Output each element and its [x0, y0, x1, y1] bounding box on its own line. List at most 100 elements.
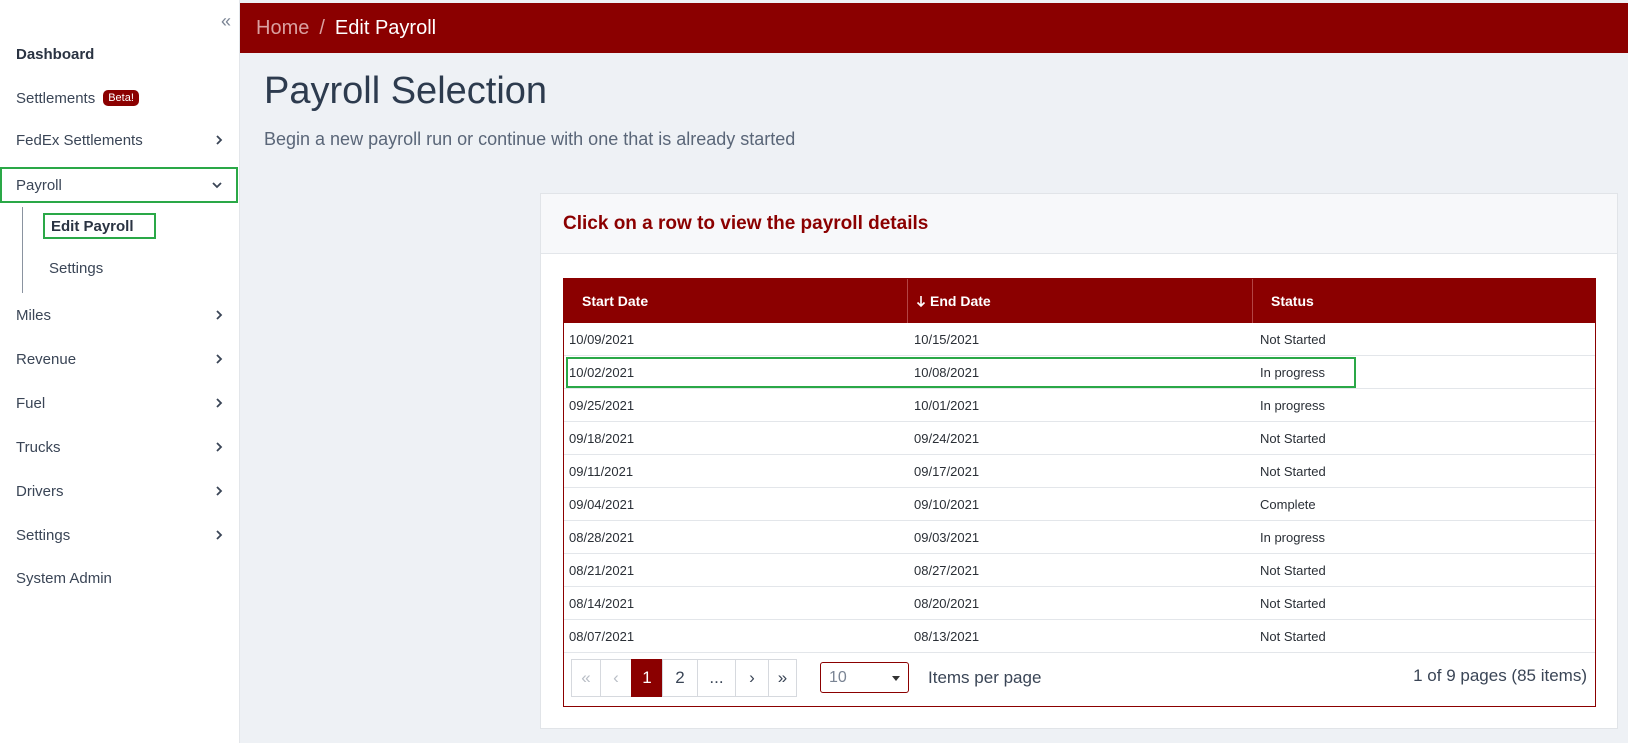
sidebar-item-label: Settings: [16, 526, 71, 544]
cell-status: Complete: [1260, 496, 1316, 512]
sidebar-item-drivers[interactable]: Drivers: [0, 473, 238, 509]
card-header: Click on a row to view the payroll detai…: [541, 194, 1617, 254]
column-header-end-date[interactable]: End Date: [908, 279, 1253, 323]
cell-start-date: 08/07/2021: [569, 628, 635, 644]
pager-last-button[interactable]: »: [768, 659, 797, 697]
pager-ellipsis[interactable]: ...: [697, 659, 736, 697]
beta-badge: Beta!: [103, 90, 139, 106]
cell-start-date: 08/28/2021: [569, 529, 635, 545]
sidebar-item-label: Trucks: [16, 438, 61, 456]
chevron-right-icon: [212, 308, 226, 322]
column-header-label: End Date: [930, 293, 991, 309]
sidebar-item-label: FedEx Settlements: [16, 131, 143, 149]
page-size-select[interactable]: 10: [820, 662, 909, 693]
cell-end-date: 09/10/2021: [914, 496, 980, 512]
column-header-label: Status: [1271, 293, 1314, 309]
sidebar-item-settings[interactable]: Settings: [0, 517, 238, 553]
subtree-line: [22, 207, 23, 293]
sidebar-subitem-label: Edit Payroll: [51, 217, 134, 235]
sidebar-item-trucks[interactable]: Trucks: [0, 429, 238, 465]
table-row[interactable]: 09/25/2021 10/01/2021 In progress: [564, 389, 1595, 422]
chevron-right-icon: [212, 396, 226, 410]
chevron-right-icon: [212, 352, 226, 366]
cell-end-date: 08/20/2021: [914, 595, 980, 611]
table-row[interactable]: 10/09/2021 10/15/2021 Not Started: [564, 323, 1595, 356]
column-header-status[interactable]: Status: [1253, 279, 1595, 323]
cell-end-date: 09/17/2021: [914, 463, 980, 479]
sidebar-subitem-edit-payroll[interactable]: Edit Payroll: [43, 213, 156, 239]
cell-start-date: 09/25/2021: [569, 397, 635, 413]
sidebar-item-settlements[interactable]: Settlements Beta!: [0, 80, 238, 116]
sidebar-item-label: Drivers: [16, 482, 64, 500]
cell-start-date: 10/02/2021: [569, 364, 635, 380]
sidebar-item-label: System Admin: [16, 569, 112, 587]
sidebar-item-fedex-settlements[interactable]: FedEx Settlements: [0, 122, 238, 158]
collapse-sidebar-icon[interactable]: «: [216, 10, 236, 32]
table-row[interactable]: 10/02/2021 10/08/2021 In progress: [564, 356, 1595, 389]
pager-first-button[interactable]: «: [571, 659, 601, 697]
column-header-label: Start Date: [582, 293, 649, 309]
page-size-value: 10: [829, 668, 847, 686]
cell-start-date: 09/11/2021: [569, 463, 634, 479]
table-row[interactable]: 08/21/2021 08/27/2021 Not Started: [564, 554, 1595, 587]
cell-status: Not Started: [1260, 430, 1326, 446]
sidebar: « Dashboard Settlements Beta! FedEx Sett…: [0, 0, 240, 743]
cell-status: In progress: [1260, 529, 1326, 545]
items-per-page-label: Items per page: [928, 668, 1042, 687]
cell-end-date: 09/03/2021: [914, 529, 980, 545]
cell-start-date: 10/09/2021: [569, 331, 635, 347]
cell-status: Not Started: [1260, 595, 1326, 611]
breadcrumb: Home / Edit Payroll: [240, 3, 1628, 53]
cell-end-date: 10/01/2021: [914, 397, 980, 413]
breadcrumb-home-link[interactable]: Home: [256, 17, 309, 40]
page-title: Payroll Selection: [264, 70, 548, 112]
sidebar-item-miles[interactable]: Miles: [0, 297, 238, 333]
breadcrumb-separator: /: [319, 16, 325, 39]
cell-start-date: 09/04/2021: [569, 496, 635, 512]
chevron-right-icon: [212, 440, 226, 454]
breadcrumb-current: Edit Payroll: [334, 16, 437, 39]
pager-next-button[interactable]: ›: [735, 659, 769, 697]
grid-header: Start Date End Date Status: [564, 279, 1595, 323]
sort-descending-icon: [916, 294, 926, 308]
sidebar-item-system-admin[interactable]: System Admin: [0, 560, 238, 596]
cell-start-date: 09/18/2021: [569, 430, 635, 446]
cell-end-date: 10/08/2021: [914, 364, 980, 380]
pager-info: 1 of 9 pages (85 items): [1413, 666, 1587, 685]
sidebar-subitem-payroll-settings[interactable]: Settings: [43, 255, 109, 281]
cell-end-date: 10/15/2021: [914, 331, 980, 347]
cell-status: Not Started: [1260, 562, 1326, 578]
sidebar-item-label: Miles: [16, 306, 52, 324]
sidebar-subitem-label: Settings: [49, 259, 104, 277]
sidebar-item-fuel[interactable]: Fuel: [0, 385, 238, 421]
pager-page-1[interactable]: 1: [631, 659, 663, 697]
chevron-down-icon: [210, 178, 224, 192]
table-row[interactable]: 09/04/2021 09/10/2021 Complete: [564, 488, 1595, 521]
table-row[interactable]: 08/14/2021 08/20/2021 Not Started: [564, 587, 1595, 620]
pager-page-2[interactable]: 2: [662, 659, 698, 697]
cell-status: Not Started: [1260, 628, 1326, 644]
table-row[interactable]: 09/11/2021 09/17/2021 Not Started: [564, 455, 1595, 488]
sidebar-item-revenue[interactable]: Revenue: [0, 341, 238, 377]
sidebar-item-label: Revenue: [16, 350, 77, 368]
column-header-start-date[interactable]: Start Date: [564, 279, 908, 323]
cell-status: In progress: [1260, 364, 1326, 380]
cell-end-date: 08/13/2021: [914, 628, 980, 644]
table-row[interactable]: 08/28/2021 09/03/2021 In progress: [564, 521, 1595, 554]
table-row[interactable]: 09/18/2021 09/24/2021 Not Started: [564, 422, 1595, 455]
cell-start-date: 08/21/2021: [569, 562, 635, 578]
pager-prev-button[interactable]: ‹: [600, 659, 632, 697]
sidebar-item-dashboard[interactable]: Dashboard: [0, 36, 238, 72]
sidebar-item-payroll[interactable]: Payroll: [0, 167, 238, 203]
chevron-right-icon: [212, 528, 226, 542]
cell-end-date: 09/24/2021: [914, 430, 980, 446]
cell-start-date: 08/14/2021: [569, 595, 635, 611]
page-subtitle: Begin a new payroll run or continue with…: [264, 129, 796, 149]
payroll-card: Click on a row to view the payroll detai…: [540, 193, 1618, 729]
sidebar-item-label: Settlements: [16, 89, 96, 107]
sidebar-item-label: Dashboard: [16, 45, 95, 63]
payroll-grid: Start Date End Date Status 10/09/2021 10…: [563, 278, 1596, 707]
sidebar-item-label: Payroll: [16, 176, 62, 194]
table-row[interactable]: 08/07/2021 08/13/2021 Not Started: [564, 620, 1595, 653]
cell-end-date: 08/27/2021: [914, 562, 980, 578]
